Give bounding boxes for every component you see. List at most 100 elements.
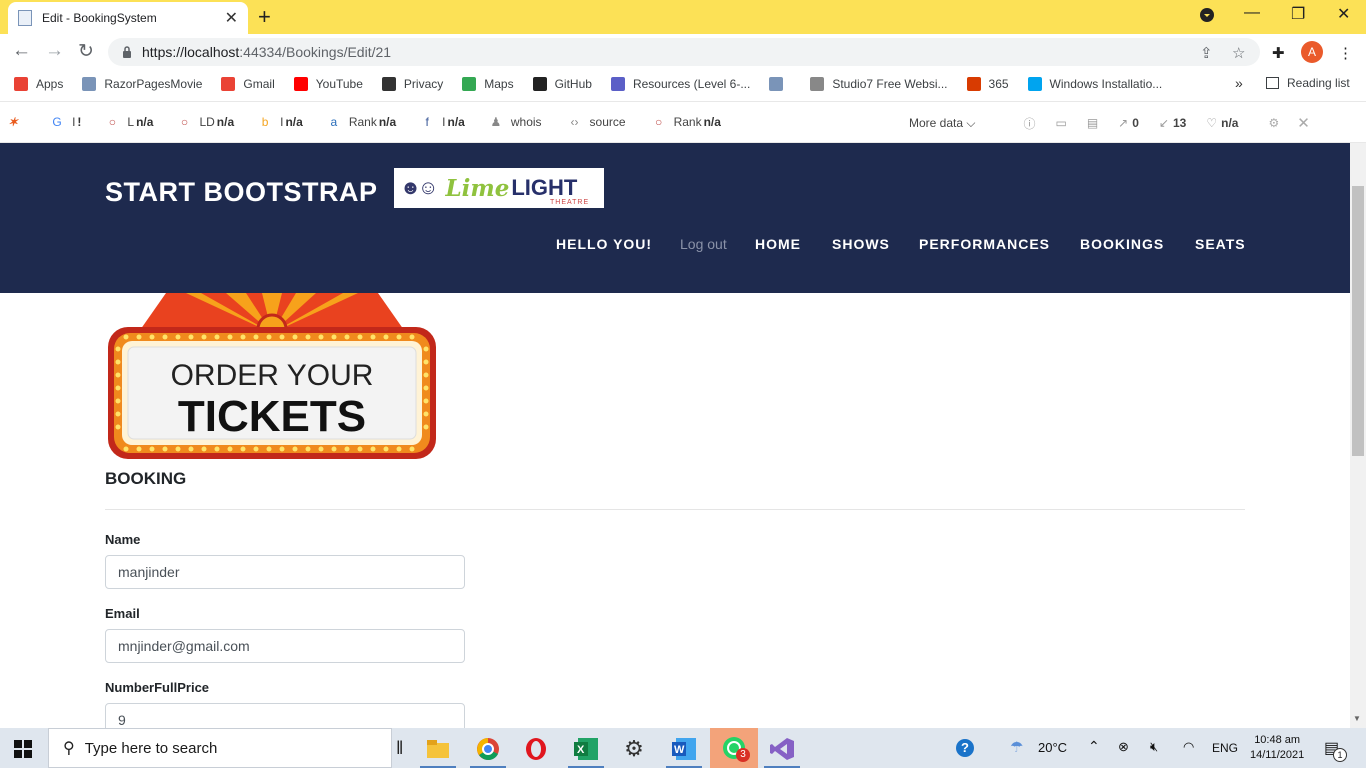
network-error-icon[interactable]: ⊗ [1118,739,1129,755]
circle-icon: ○ [180,115,189,129]
avatar[interactable]: A [1301,41,1323,63]
profile-menu-icon[interactable] [1200,8,1214,27]
visual-studio-icon[interactable] [762,732,802,768]
menu-kebab-icon[interactable]: ⋮ [1338,44,1353,62]
marquee-bulb [318,446,324,452]
seo-metric[interactable]: ♟ whois [489,115,544,129]
seo-metric[interactable]: ○ LD n/a [177,115,234,129]
bookmark-item[interactable]: Gmail [221,77,275,91]
language-indicator[interactable]: ENG [1212,741,1238,755]
browser-title-bar: Edit - BookingSystem ✕ + — ❐ ✕ [0,0,1366,34]
nav-shows[interactable]: SHOWS [832,236,890,252]
external-links-icon[interactable]: ↗ [1118,116,1128,130]
word-icon[interactable]: W [664,732,704,768]
gmail-icon [221,77,236,91]
nav-seats[interactable]: SEATS [1195,236,1246,252]
marquee-bulb [292,334,298,340]
opera-icon[interactable] [516,732,556,766]
seo-metric[interactable]: ‹› source [568,115,628,129]
close-tab-icon[interactable]: ✕ [225,8,238,28]
bookmark-item[interactable]: Studio7 Free Websi... [810,77,948,91]
nav-hello[interactable]: HELLO YOU! [556,236,652,252]
nav-logout[interactable]: Log out [680,236,727,252]
extensions-icon[interactable]: ✚ [1272,44,1285,62]
scrollbar-thumb[interactable] [1352,186,1364,456]
bookmark-item[interactable]: Privacy [381,77,443,91]
email-field[interactable] [105,629,465,663]
volume-muted-icon[interactable]: 🔇︎ [1150,739,1158,755]
bookmark-item[interactable]: 365 [966,77,1009,91]
seo-metric[interactable]: G I! [50,115,81,129]
close-toolbar-icon[interactable]: ✕ [1297,114,1310,132]
info-icon[interactable]: ⓘ [1023,115,1035,132]
nav-performances[interactable]: PERFORMANCES [919,236,1050,252]
whatsapp-icon[interactable]: 3 [710,728,758,768]
weather-icon[interactable]: ☂ [1010,738,1023,756]
scroll-down-arrow-icon[interactable]: ▼ [1353,714,1361,723]
nav-home[interactable]: HOME [755,236,801,252]
internal-links-icon[interactable]: ↙ [1159,116,1169,130]
file-explorer-icon[interactable] [418,732,458,768]
forward-icon[interactable]: → [45,40,64,62]
excel-icon[interactable]: X [566,732,606,768]
marquee-bulb [370,446,376,452]
back-icon[interactable]: ← [12,40,31,62]
display-icon[interactable]: ▭ [1055,116,1066,130]
windows-start-icon[interactable] [14,740,32,758]
settings-gear-icon[interactable]: ⚙ [1268,116,1279,130]
task-view-icon[interactable]: ‖ [396,738,403,759]
restore-icon[interactable]: ❐ [1291,4,1305,24]
bookmark-star-icon[interactable]: ☆ [1232,44,1245,62]
help-icon[interactable]: ? [956,739,974,757]
bookmarks-bar: Apps RazorPagesMovie Gmail YouTube Privacy Ma… [0,70,1366,98]
seo-metric[interactable]: f In/a [420,115,465,129]
address-bar[interactable]: https://localhost:44334/Bookings/Edit/21 [108,38,1260,66]
reading-list-label: Reading list [1287,76,1350,90]
windows-taskbar: ⚲ Type here to search ‖ X ⚙ W 3 ? ☂ 20°C… [0,728,1366,768]
doc-icon[interactable]: ▤ [1087,116,1098,130]
bookmark-item[interactable] [769,77,791,91]
reload-icon[interactable]: ↻ [78,40,94,63]
bookmark-item[interactable]: GitHub [532,77,592,91]
seo-metric[interactable]: b In/a [258,115,303,129]
share-icon[interactable]: ⇪ [1200,44,1213,62]
marquee-bulb [240,334,246,340]
browser-tab[interactable]: Edit - BookingSystem ✕ [8,2,248,34]
number-full-price-label: NumberFullPrice [105,680,210,695]
seoquake-logo-icon[interactable]: ✶ [8,115,18,129]
internal-links-count: 13 [1172,116,1187,130]
tray-chevron-up-icon[interactable]: ⌃ [1088,738,1100,755]
brand-title[interactable]: START BOOTSTRAP [105,177,378,208]
wifi-icon[interactable]: ◠ [1183,739,1194,755]
settings-gear-icon[interactable]: ⚙ [614,732,654,766]
bookmark-item[interactable]: Resources (Level 6-... [610,77,750,91]
marquee-bulb [383,334,389,340]
weather-temp[interactable]: 20°C [1038,740,1067,755]
marquee-bulb [136,334,142,340]
bookmark-item[interactable]: Apps [14,77,63,91]
bookmark-item[interactable]: YouTube [293,77,363,91]
more-data-button[interactable]: More data ⌵ [909,116,975,131]
heart-icon[interactable]: ♡ [1206,116,1217,130]
marquee-bulb [423,411,429,417]
chrome-icon[interactable] [468,732,508,768]
close-window-icon[interactable]: ✕ [1337,4,1350,24]
code-icon: ‹› [570,115,579,129]
bookmark-item[interactable]: RazorPagesMovie [82,77,202,91]
minimize-icon[interactable]: — [1244,4,1260,22]
taskbar-clock[interactable]: 10:48 am 14/11/2021 [1250,733,1304,763]
seo-metric[interactable]: ○ Rank n/a [652,115,721,129]
marquee-bulb [123,446,129,452]
nav-bookings[interactable]: BOOKINGS [1080,236,1164,252]
bookmark-item[interactable]: Windows Installatio... [1027,77,1162,91]
seo-metric[interactable]: a Rank n/a [327,115,396,129]
page-icon [18,10,32,26]
new-tab-button[interactable]: + [258,4,271,30]
bookmark-item[interactable]: Maps [462,77,514,91]
reading-list-button[interactable]: Reading list [1266,76,1350,90]
seo-metric[interactable]: ○ Ln/a [105,115,154,129]
bookmarks-more-button[interactable]: » [1235,75,1243,91]
taskbar-search-input[interactable]: ⚲ Type here to search [48,728,392,768]
marquee-bulb [227,446,233,452]
name-field[interactable] [105,555,465,589]
